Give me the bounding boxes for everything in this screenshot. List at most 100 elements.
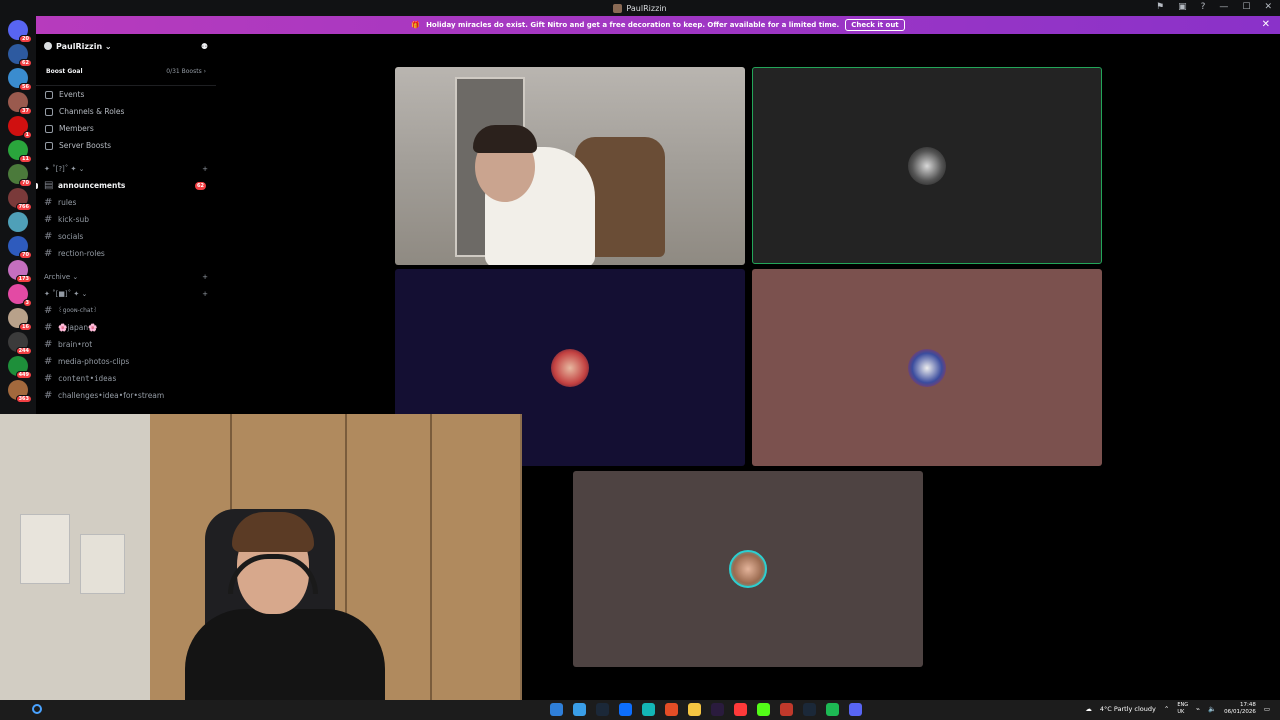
webcam-wardrobe-seam bbox=[430, 414, 432, 706]
channel-name: rules bbox=[58, 198, 77, 207]
channel-challenges[interactable]: # challenges•idea•for•stream bbox=[36, 387, 216, 404]
tray-chevron-icon[interactable]: ⌃ bbox=[1164, 705, 1169, 713]
maximize-button[interactable]: ☐ bbox=[1242, 2, 1250, 12]
category-archive[interactable]: Archive ⌄ + bbox=[36, 268, 216, 285]
calendar-icon bbox=[45, 90, 53, 99]
channel-japan[interactable]: # 🌸japan🌸 bbox=[36, 319, 216, 336]
minimize-button[interactable]: — bbox=[1219, 2, 1228, 12]
network-icon[interactable]: ⌁ bbox=[1196, 705, 1200, 713]
date: 06/01/2026 bbox=[1224, 709, 1256, 715]
boost-goal-bar[interactable]: Boost Goal 0/31 Boosts › bbox=[36, 58, 216, 86]
server-icon[interactable]: 62 bbox=[8, 44, 32, 67]
rail-badge: 70 bbox=[19, 251, 32, 259]
participant-avatar bbox=[729, 550, 767, 588]
mention-badge: 62 bbox=[195, 181, 206, 190]
participant-tile[interactable] bbox=[752, 269, 1102, 466]
nitro-promo-banner: 🎁 Holiday miracles do exist. Gift Nitro … bbox=[36, 16, 1280, 34]
server-icon[interactable]: 11 bbox=[8, 140, 32, 163]
channel-kick-sub[interactable]: # kick-sub bbox=[36, 211, 216, 228]
add-channel-icon[interactable]: + bbox=[202, 165, 208, 173]
server-icon[interactable]: 3 bbox=[8, 284, 32, 307]
app-icon[interactable] bbox=[711, 703, 724, 716]
menu-channels-roles[interactable]: Channels & Roles bbox=[36, 103, 216, 120]
rail-badge: 56 bbox=[19, 83, 32, 91]
kick-icon[interactable] bbox=[757, 703, 770, 716]
rail-badge: 244 bbox=[15, 347, 32, 355]
system-tray: ☁ 4°C Partly cloudy ⌃ ENG UK ⌁ 🔈 17:48 0… bbox=[1085, 702, 1270, 716]
category-header[interactable]: ✦ ˚[?]˚ ✦ ⌄ + bbox=[36, 160, 216, 177]
server-icon[interactable] bbox=[8, 212, 28, 232]
rail-badge: 20 bbox=[19, 35, 32, 43]
menu-events[interactable]: Events bbox=[36, 86, 216, 103]
server-icon[interactable]: 16 bbox=[8, 308, 32, 331]
close-window-button[interactable]: ✕ bbox=[1264, 2, 1272, 12]
server-icon[interactable]: 56 bbox=[8, 68, 32, 91]
guild-name-group: PaulRizzin ⌄ bbox=[44, 42, 112, 51]
add-channel-icon[interactable]: + bbox=[202, 273, 208, 281]
server-icon[interactable]: 244 bbox=[8, 332, 32, 355]
screen-icon[interactable]: ▣ bbox=[1178, 2, 1187, 12]
search-icon[interactable] bbox=[32, 704, 42, 714]
channel-rules[interactable]: # rules bbox=[36, 194, 216, 211]
rail-badge: 62 bbox=[19, 59, 32, 67]
steam-icon[interactable] bbox=[803, 703, 816, 716]
participant-tile[interactable] bbox=[573, 471, 923, 667]
language-indicator[interactable]: ENG UK bbox=[1177, 702, 1188, 716]
steam-icon[interactable] bbox=[596, 703, 609, 716]
notification-icon[interactable]: ▭ bbox=[1264, 705, 1270, 713]
app-icon[interactable] bbox=[573, 703, 586, 716]
participant-video-tile[interactable] bbox=[395, 67, 745, 265]
hash-icon: # bbox=[44, 231, 53, 242]
server-icon[interactable]: 173 bbox=[8, 260, 32, 283]
app-icon[interactable] bbox=[642, 703, 655, 716]
clock[interactable]: 17:48 06/01/2026 bbox=[1224, 702, 1256, 716]
edge-icon[interactable] bbox=[550, 703, 563, 716]
participant-tile-speaking[interactable] bbox=[752, 67, 1102, 264]
close-banner-button[interactable]: ✕ bbox=[1262, 19, 1270, 30]
channel-goon-chat[interactable]: # ꒰gooɴ-chat꒱ bbox=[36, 302, 216, 319]
server-icon[interactable]: 70 bbox=[8, 236, 32, 259]
server-icon[interactable]: 766 bbox=[8, 188, 32, 211]
channel-content-ideas[interactable]: # content•ideas bbox=[36, 370, 216, 387]
taskbar-apps bbox=[550, 703, 862, 716]
hash-icon: # bbox=[44, 373, 53, 384]
server-icon[interactable]: 449 bbox=[8, 356, 32, 379]
folder-icon[interactable] bbox=[688, 703, 701, 716]
server-icon[interactable]: 1 bbox=[8, 116, 32, 139]
hash-icon: # bbox=[44, 305, 53, 316]
add-member-icon[interactable]: ⚉ bbox=[201, 42, 208, 51]
gift-icon: 🎁 bbox=[411, 21, 421, 29]
channel-name: announcements bbox=[58, 181, 126, 190]
app-icon[interactable] bbox=[619, 703, 632, 716]
check-it-out-button[interactable]: Check it out bbox=[845, 19, 905, 31]
weather-text[interactable]: 4°C Partly cloudy bbox=[1100, 705, 1156, 713]
channel-media-photos-clips[interactable]: # media-photos-clips bbox=[36, 353, 216, 370]
channel-socials[interactable]: # socials bbox=[36, 228, 216, 245]
hash-icon: # bbox=[44, 390, 53, 401]
webcam-person-hair bbox=[232, 512, 314, 552]
discord-icon[interactable] bbox=[849, 703, 862, 716]
server-icon[interactable]: 363 bbox=[8, 380, 32, 403]
hash-icon: # bbox=[44, 356, 53, 367]
server-icon[interactable]: 37 bbox=[8, 92, 32, 115]
menu-members[interactable]: Members bbox=[36, 120, 216, 137]
spotify-icon[interactable] bbox=[826, 703, 839, 716]
add-channel-icon[interactable]: + bbox=[202, 290, 208, 298]
guild-header[interactable]: PaulRizzin ⌄ ⚉ bbox=[36, 34, 216, 58]
menu-server-boosts[interactable]: Server Boosts bbox=[36, 137, 216, 154]
app-icon[interactable] bbox=[734, 703, 747, 716]
home-discord-icon[interactable]: 20 bbox=[8, 20, 32, 43]
window-title: PaulRizzin bbox=[626, 3, 667, 13]
channel-rection-roles[interactable]: # rection-roles bbox=[36, 245, 216, 262]
rail-badge: 363 bbox=[15, 395, 32, 403]
category-header[interactable]: ✦ ˚[■]˚ ✦ ⌄ + bbox=[36, 285, 216, 302]
volume-icon[interactable]: 🔈 bbox=[1208, 705, 1216, 713]
chrome-icon[interactable] bbox=[665, 703, 678, 716]
boost-icon bbox=[45, 141, 53, 150]
app-icon[interactable] bbox=[780, 703, 793, 716]
channel-brain-rot[interactable]: # brain•rot bbox=[36, 336, 216, 353]
channel-announcements[interactable]: ▤ announcements 62 bbox=[36, 177, 216, 194]
help-icon[interactable]: ? bbox=[1201, 2, 1206, 12]
server-icon[interactable]: 70 bbox=[8, 164, 32, 187]
inbox-icon[interactable]: ⚑ bbox=[1156, 2, 1164, 12]
